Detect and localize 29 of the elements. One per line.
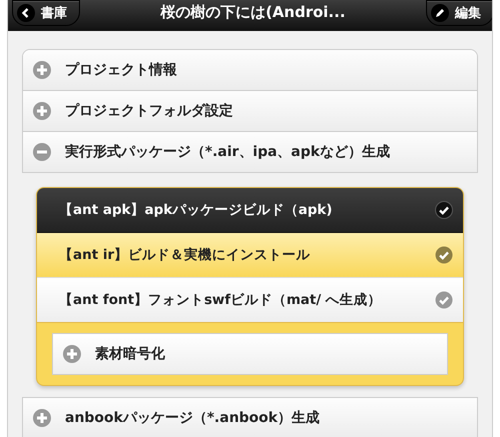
pencil-icon [430,4,449,22]
section-header[interactable]: プロジェクトフォルダ設定 [23,90,477,131]
task-label: 【ant apk】apkパッケージビルド（apk) [59,201,332,219]
section-header[interactable]: プロジェクト情報 [23,50,477,90]
task-label: 【ant font】フォントswfビルド（mat/ へ生成） [59,291,382,309]
check-icon [435,246,453,264]
check-icon [435,291,453,309]
task-item[interactable]: 【ant font】フォントswfビルド（mat/ へ生成） [37,278,463,323]
back-icon [17,4,35,22]
section-header[interactable]: anbookパッケージ（*.anbook）生成 [23,398,477,437]
edit-button[interactable]: 編集 [426,0,492,26]
plus-icon [63,345,81,363]
section-header[interactable]: 素材暗号化 [52,333,448,375]
section-title: 実行形式パッケージ（*.air、ipa、apkなど）生成 [65,143,390,161]
back-button[interactable]: 書庫 [12,0,80,26]
task-label: 【ant ir】ビルド＆実機にインストール [59,246,310,264]
check-icon [435,201,453,219]
section-title: プロジェクトフォルダ設定 [65,102,233,120]
plus-icon [33,102,51,120]
task-item[interactable]: 【ant ir】ビルド＆実機にインストール [37,233,463,278]
plus-icon [33,61,51,79]
section-title: プロジェクト情報 [65,61,177,79]
section-title: anbookパッケージ（*.anbook）生成 [65,409,320,427]
plus-icon [33,409,51,427]
page-title: 桜の樹の下には(Androi... [160,3,346,22]
task-item[interactable]: 【ant apk】apkパッケージビルド（apk) [37,188,463,233]
minus-icon [33,143,51,161]
section-header[interactable]: 実行形式パッケージ（*.air、ipa、apkなど）生成 [23,131,477,172]
section-title: 素材暗号化 [95,345,165,363]
